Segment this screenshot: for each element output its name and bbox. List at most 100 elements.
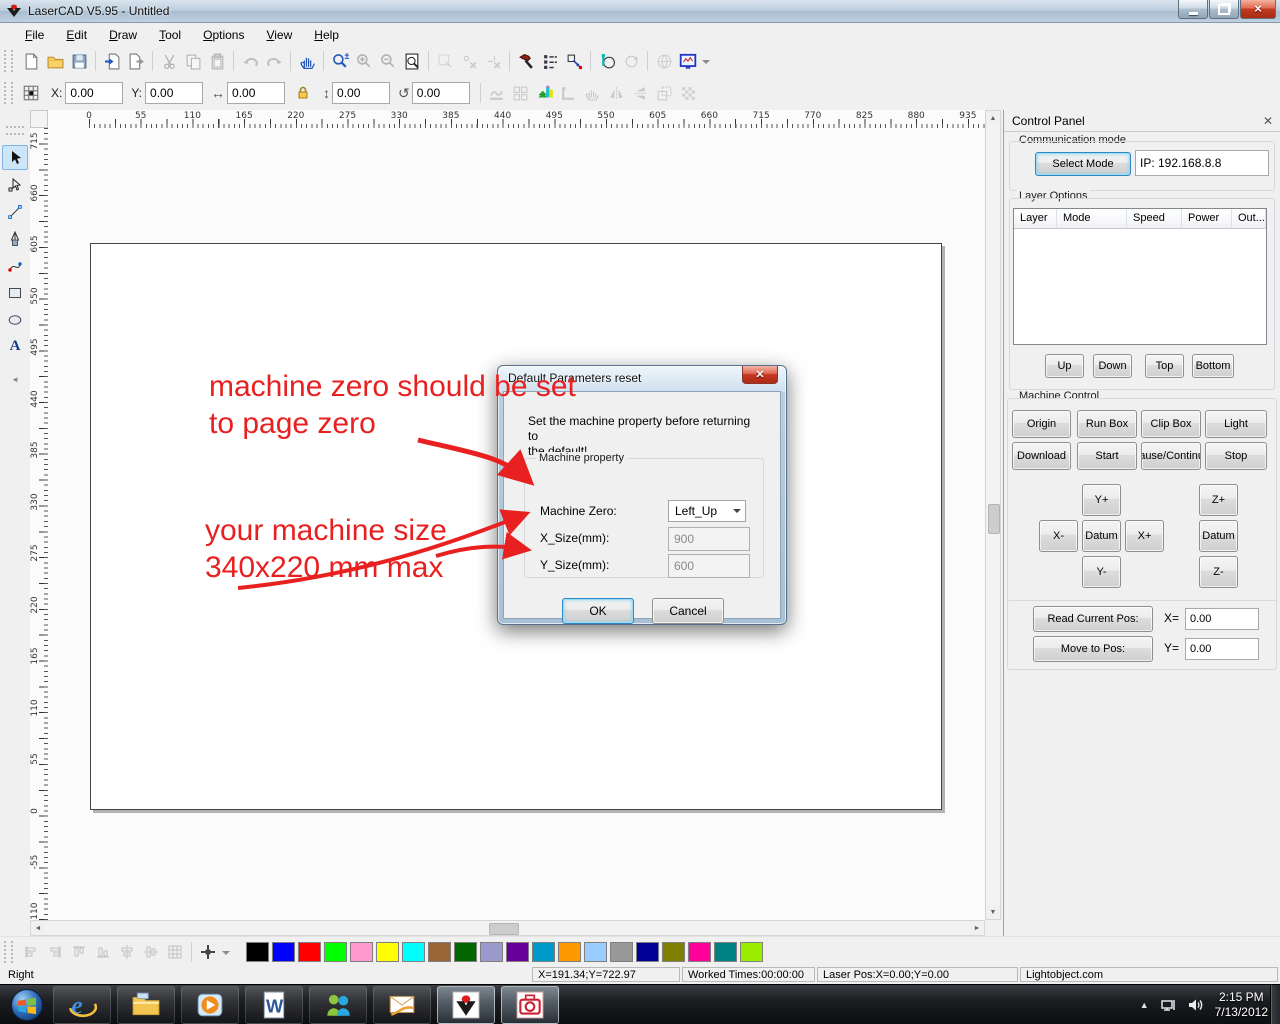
layer-column-out[interactable]: Out... bbox=[1232, 209, 1266, 229]
volume-icon[interactable] bbox=[1187, 996, 1205, 1014]
palette-swatch[interactable] bbox=[246, 942, 269, 962]
align-overflow-icon[interactable] bbox=[222, 951, 230, 959]
taskbar-lasercad-icon[interactable] bbox=[437, 986, 495, 1024]
taskbar-internet-explorer-icon[interactable]: e bbox=[53, 986, 111, 1024]
layer-color-icon[interactable] bbox=[533, 81, 557, 105]
export-icon[interactable] bbox=[124, 49, 148, 73]
network-icon[interactable] bbox=[1159, 996, 1177, 1014]
taskbar-messenger-icon[interactable] bbox=[309, 986, 367, 1024]
menu-draw[interactable]: Draw bbox=[98, 25, 148, 45]
select-cursor-tool[interactable] bbox=[2, 145, 28, 170]
layer-top-button[interactable]: Top bbox=[1145, 354, 1184, 378]
vscroll-thumb[interactable] bbox=[988, 504, 1000, 534]
scroll-up-icon[interactable]: ▲ bbox=[986, 111, 1000, 125]
close-button[interactable]: × bbox=[1240, 0, 1276, 19]
layer-column-power[interactable]: Power bbox=[1182, 209, 1232, 229]
palette-swatch[interactable] bbox=[558, 942, 581, 962]
palette-swatch[interactable] bbox=[480, 942, 503, 962]
dialog-close-button[interactable]: ✕ bbox=[742, 366, 778, 384]
jog-y-minus-button[interactable]: Y- bbox=[1082, 556, 1121, 588]
ok-button[interactable]: OK bbox=[562, 598, 634, 624]
layer-up-button[interactable]: Up bbox=[1045, 354, 1084, 378]
taskbar-mail-icon[interactable] bbox=[373, 986, 431, 1024]
text-tool[interactable]: A bbox=[2, 334, 28, 359]
open-folder-icon[interactable] bbox=[43, 49, 67, 73]
light-button[interactable]: Light bbox=[1205, 410, 1267, 438]
xy-datum-button[interactable]: Datum bbox=[1082, 520, 1121, 552]
line-tool[interactable] bbox=[2, 199, 28, 224]
layer-column-mode[interactable]: Mode bbox=[1057, 209, 1127, 229]
palette-swatch[interactable] bbox=[376, 942, 399, 962]
node-edit-tool[interactable] bbox=[2, 172, 28, 197]
toolbar-grip[interactable] bbox=[4, 50, 13, 72]
zoom-interactive-icon[interactable] bbox=[328, 49, 352, 73]
origin-button[interactable]: Origin bbox=[1012, 410, 1071, 438]
palette-swatch[interactable] bbox=[298, 942, 321, 962]
clip-box-button[interactable]: Clip Box bbox=[1141, 410, 1201, 438]
palette-swatch[interactable] bbox=[350, 942, 373, 962]
palette-swatch[interactable] bbox=[584, 942, 607, 962]
x-coord-input[interactable] bbox=[65, 82, 123, 104]
layer-column-layer[interactable]: Layer bbox=[1014, 209, 1057, 229]
palette-swatch[interactable] bbox=[662, 942, 685, 962]
collapse-arrow-icon[interactable]: ◄ bbox=[2, 367, 28, 392]
jog-x-minus-button[interactable]: X- bbox=[1039, 520, 1078, 552]
cancel-button[interactable]: Cancel bbox=[652, 598, 724, 624]
y-pos-input[interactable] bbox=[1185, 638, 1259, 660]
select-mode-button[interactable]: Select Mode bbox=[1035, 152, 1131, 176]
download-button[interactable]: Download bbox=[1012, 442, 1071, 470]
center-page-icon[interactable] bbox=[196, 940, 220, 964]
read-current-pos-button[interactable]: Read Current Pos: bbox=[1033, 606, 1153, 632]
run-box-button[interactable]: Run Box bbox=[1077, 410, 1137, 438]
palette-swatch[interactable] bbox=[324, 942, 347, 962]
palette-swatch[interactable] bbox=[506, 942, 529, 962]
pen-tool[interactable] bbox=[2, 226, 28, 251]
palette-swatch[interactable] bbox=[688, 942, 711, 962]
pause-continue-button[interactable]: Pause/Continue bbox=[1141, 442, 1201, 470]
palette-swatch[interactable] bbox=[740, 942, 763, 962]
move-to-pos-button[interactable]: Move to Pos: bbox=[1033, 636, 1153, 662]
y-coord-input[interactable] bbox=[145, 82, 203, 104]
palette-swatch[interactable] bbox=[610, 942, 633, 962]
palette-swatch[interactable] bbox=[272, 942, 295, 962]
lock-icon[interactable] bbox=[291, 81, 315, 105]
jog-x-plus-button[interactable]: X+ bbox=[1125, 520, 1164, 552]
width-input[interactable] bbox=[227, 82, 285, 104]
taskbar-word-icon[interactable]: W bbox=[245, 986, 303, 1024]
taskbar-file-explorer-icon[interactable] bbox=[117, 986, 175, 1024]
node-pick-icon[interactable] bbox=[562, 49, 586, 73]
menu-file[interactable]: File bbox=[14, 25, 55, 45]
scroll-right-icon[interactable]: ► bbox=[970, 921, 984, 935]
taskbar-screen-capture-icon[interactable] bbox=[501, 986, 559, 1024]
palette-swatch[interactable] bbox=[714, 942, 737, 962]
jog-z-plus-button[interactable]: Z+ bbox=[1199, 484, 1238, 516]
layer-column-speed[interactable]: Speed bbox=[1127, 209, 1182, 229]
curve-edit-icon[interactable] bbox=[595, 49, 619, 73]
layer-bottom-button[interactable]: Bottom bbox=[1192, 354, 1234, 378]
import-icon[interactable] bbox=[100, 49, 124, 73]
restore-button[interactable] bbox=[1209, 0, 1239, 19]
ip-address-field[interactable]: IP: 192.168.8.8 bbox=[1135, 150, 1269, 176]
palette-swatch[interactable] bbox=[454, 942, 477, 962]
horizontal-scrollbar[interactable]: ◄ ► bbox=[30, 920, 985, 936]
rectangle-tool[interactable] bbox=[2, 280, 28, 305]
menu-help[interactable]: Help bbox=[303, 25, 350, 45]
save-icon[interactable] bbox=[67, 49, 91, 73]
show-desktop-button[interactable] bbox=[1270, 985, 1280, 1024]
start-button[interactable]: Start bbox=[1077, 442, 1137, 470]
toolbar-grip[interactable] bbox=[4, 82, 13, 104]
palette-swatch[interactable] bbox=[636, 942, 659, 962]
scroll-down-icon[interactable]: ▼ bbox=[986, 905, 1000, 919]
new-file-icon[interactable] bbox=[19, 49, 43, 73]
menu-tool[interactable]: Tool bbox=[148, 25, 192, 45]
pan-hand-icon[interactable] bbox=[295, 49, 319, 73]
menu-view[interactable]: View bbox=[255, 25, 303, 45]
start-button[interactable] bbox=[4, 986, 50, 1024]
minimize-button[interactable] bbox=[1178, 0, 1208, 19]
palette-swatch[interactable] bbox=[402, 942, 425, 962]
height-input[interactable] bbox=[332, 82, 390, 104]
machine-zero-dropdown[interactable]: Left_Up bbox=[668, 500, 746, 522]
hscroll-thumb[interactable] bbox=[489, 923, 519, 935]
control-panel-close-icon[interactable]: ✕ bbox=[1263, 116, 1273, 126]
toolbar-overflow-icon[interactable] bbox=[702, 60, 710, 68]
